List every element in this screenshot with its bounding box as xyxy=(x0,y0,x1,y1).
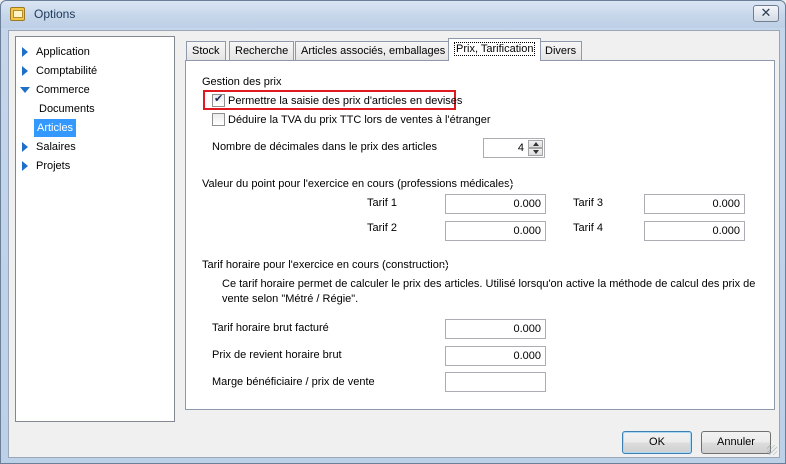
collapse-arrow-icon[interactable] xyxy=(20,87,30,93)
title-bar[interactable]: Options ✕ xyxy=(1,1,785,28)
decimals-label: Nombre de décimales dans le prix des art… xyxy=(212,141,437,153)
tab-articles-associes[interactable]: Articles associés, emballages xyxy=(295,41,452,61)
expand-arrow-icon[interactable] xyxy=(22,161,28,171)
window-title: Options xyxy=(34,7,76,21)
tree-item-application[interactable]: Application xyxy=(16,43,174,61)
tab-stock[interactable]: Stock xyxy=(186,41,226,61)
tree-item-articles[interactable]: Articles xyxy=(16,119,174,137)
tarif3-label: Tarif 3 xyxy=(573,197,603,209)
divider xyxy=(443,265,752,266)
resize-grip-icon[interactable] xyxy=(767,445,777,455)
gross-rate-label: Tarif horaire brut facturé xyxy=(212,322,329,334)
spinner-buttons[interactable] xyxy=(528,140,543,156)
spin-down-icon[interactable] xyxy=(528,148,543,156)
options-tree[interactable]: Application Comptabilité Commerce Docume… xyxy=(15,36,175,422)
hourly-group-title: Tarif horaire pour l'exercice en cours (… xyxy=(202,259,449,271)
tarif3-field[interactable]: 0.000 xyxy=(644,194,745,214)
tab-panel: Gestion des prix Permettre la saisie des… xyxy=(185,60,775,410)
tab-divers[interactable]: Divers xyxy=(539,41,583,61)
divider xyxy=(508,184,752,185)
margin-field[interactable] xyxy=(445,372,546,392)
decimals-spinner[interactable]: 4 xyxy=(483,138,545,158)
price-group-title: Gestion des prix xyxy=(202,76,282,88)
expand-arrow-icon[interactable] xyxy=(22,66,28,76)
ok-button[interactable]: OK xyxy=(622,431,692,454)
tarif1-field[interactable]: 0.000 xyxy=(445,194,546,214)
gross-rate-field[interactable]: 0.000 xyxy=(445,319,546,339)
app-icon xyxy=(10,7,25,21)
expand-arrow-icon[interactable] xyxy=(22,47,28,57)
foreign-currency-checkbox[interactable] xyxy=(212,92,225,107)
hourly-description-line2: vente selon "Métré / Régie". xyxy=(222,293,359,305)
foreign-currency-label[interactable]: Permettre la saisie des prix d'articles … xyxy=(228,95,462,107)
tree-item-label: Salaires xyxy=(36,141,76,153)
tarif1-label: Tarif 1 xyxy=(367,197,397,209)
tarif4-field[interactable]: 0.000 xyxy=(644,221,745,241)
tree-item-label: Commerce xyxy=(36,84,90,96)
tarif2-label: Tarif 2 xyxy=(367,222,397,234)
expand-arrow-icon[interactable] xyxy=(22,142,28,152)
tree-item-label: Projets xyxy=(36,160,71,172)
vat-deduction-checkbox[interactable] xyxy=(212,113,225,126)
tab-recherche[interactable]: Recherche xyxy=(229,41,295,61)
dialog-client: Application Comptabilité Commerce Docume… xyxy=(8,30,780,458)
vat-deduction-label[interactable]: Déduire la TVA du prix TTC lors de vente… xyxy=(228,114,491,126)
tarif4-label: Tarif 4 xyxy=(573,222,603,234)
tree-item-comptabilite[interactable]: Comptabilité xyxy=(16,62,174,80)
tree-item-commerce[interactable]: Commerce xyxy=(16,81,174,99)
decimals-value[interactable]: 4 xyxy=(518,142,524,154)
cost-price-label: Prix de revient horaire brut xyxy=(212,349,342,361)
cancel-button[interactable]: Annuler xyxy=(701,431,771,454)
tree-item-label: Comptabilité xyxy=(36,65,98,77)
tree-item-documents[interactable]: Documents xyxy=(16,100,174,118)
tree-item-projets[interactable]: Projets xyxy=(16,157,174,175)
tree-item-label: Documents xyxy=(39,103,95,115)
close-button[interactable]: ✕ xyxy=(753,5,779,22)
tab-prix-tarification[interactable]: Prix, Tarification xyxy=(448,38,542,61)
spin-up-icon[interactable] xyxy=(528,140,543,148)
tab-label: Prix, Tarification xyxy=(454,42,536,56)
tree-item-label: Articles xyxy=(34,119,77,137)
tree-item-label: Application xyxy=(36,46,90,58)
tarif2-field[interactable]: 0.000 xyxy=(445,221,546,241)
margin-label: Marge bénéficiaire / prix de vente xyxy=(212,376,375,388)
hourly-description-line1: Ce tarif horaire permet de calculer le p… xyxy=(222,278,756,290)
tree-item-salaires[interactable]: Salaires xyxy=(16,138,174,156)
point-group-title: Valeur du point pour l'exercice en cours… xyxy=(202,178,514,190)
divider xyxy=(286,82,752,83)
options-window: Options ✕ Application Comptabilité Comme… xyxy=(0,0,786,464)
cost-price-field[interactable]: 0.000 xyxy=(445,346,546,366)
